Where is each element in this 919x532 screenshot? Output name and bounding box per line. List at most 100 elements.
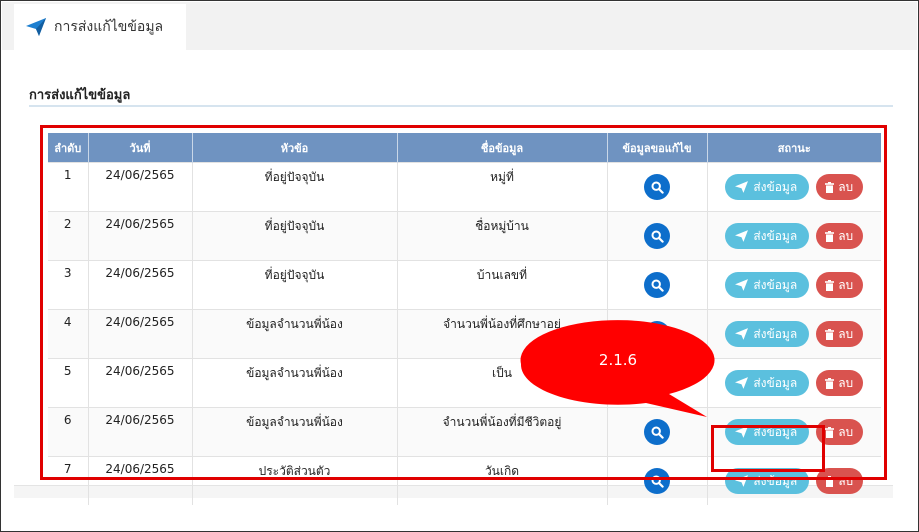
cell-name: จำนวนพี่น้องที่มีชีวิตอยู่ bbox=[396, 407, 607, 457]
column-header-topic: หัวข้อ bbox=[191, 133, 397, 163]
cell-date: 24/06/2565 bbox=[87, 162, 192, 212]
delete-button-label: ลบ bbox=[838, 326, 854, 341]
cell-topic: ที่อยู่ปัจจุบัน bbox=[191, 211, 397, 261]
cell-no: 7 bbox=[48, 456, 88, 505]
search-icon bbox=[650, 278, 664, 292]
view-button[interactable] bbox=[644, 370, 670, 396]
trash-icon bbox=[825, 426, 835, 438]
delete-button-label: ลบ bbox=[838, 375, 854, 390]
cell-no: 2 bbox=[48, 211, 88, 261]
search-icon bbox=[650, 376, 664, 390]
search-icon bbox=[650, 229, 664, 243]
view-button[interactable] bbox=[644, 272, 670, 298]
delete-button[interactable]: ลบ bbox=[816, 272, 864, 298]
table-row: 4 24/06/2565 ข้อมูลจำนวนพี่น้อง จำนวนพี่น้อ… bbox=[48, 309, 881, 359]
cell-topic: ประวัติส่วนตัว bbox=[191, 456, 397, 505]
send-button[interactable]: ส่งข้อมูล bbox=[725, 321, 810, 347]
cell-topic: ที่อยู่ปัจจุบัน bbox=[191, 260, 397, 310]
paper-plane-icon bbox=[735, 230, 749, 242]
table-row: 7 24/06/2565 ประวัติส่วนตัว วันเกิด ส่งข้อมู… bbox=[48, 456, 881, 505]
send-button[interactable]: ส่งข้อมูล bbox=[725, 272, 810, 298]
cell-name: วันเกิด bbox=[396, 456, 607, 505]
table-row: 2 24/06/2565 ที่อยู่ปัจจุบัน ชื่อหมู่บ้าน ส่… bbox=[48, 211, 881, 261]
delete-button-label: ลบ bbox=[838, 424, 854, 439]
cell-date: 24/06/2565 bbox=[87, 260, 192, 310]
cell-view bbox=[606, 211, 707, 261]
delete-button-label: ลบ bbox=[838, 473, 854, 488]
send-button-label: ส่งข้อมูล bbox=[753, 228, 798, 243]
cell-topic: ข้อมูลจำนวนพี่น้อง bbox=[191, 407, 397, 457]
send-button-label: ส่งข้อมูล bbox=[753, 179, 798, 194]
cell-status: ส่งข้อมูล ลบ bbox=[706, 309, 881, 359]
view-button[interactable] bbox=[644, 321, 670, 347]
cell-status: ส่งข้อมูล ลบ bbox=[706, 358, 881, 408]
paper-plane-icon bbox=[735, 426, 749, 438]
send-button[interactable]: ส่งข้อมูล bbox=[725, 419, 810, 445]
section-divider bbox=[29, 105, 893, 107]
paper-plane-icon bbox=[735, 279, 749, 291]
cell-no: 4 bbox=[48, 309, 88, 359]
delete-button-label: ลบ bbox=[838, 228, 854, 243]
search-icon bbox=[650, 474, 664, 488]
table-header-row: ลำดับ วันที่ หัวข้อ ชื่อข้อมูล ข้อมูลขอแ… bbox=[48, 133, 881, 163]
send-button[interactable]: ส่งข้อมูล bbox=[725, 174, 810, 200]
view-button[interactable] bbox=[644, 419, 670, 445]
delete-button-label: ลบ bbox=[838, 179, 854, 194]
tab-bar: การส่งแก้ไขข้อมูล bbox=[2, 2, 917, 50]
trash-icon bbox=[825, 230, 835, 242]
section-title: การส่งแก้ไขข้อมูล bbox=[29, 88, 131, 103]
cell-topic: ข้อมูลจำนวนพี่น้อง bbox=[191, 358, 397, 408]
cell-view bbox=[606, 407, 707, 457]
tab-edit-request[interactable]: การส่งแก้ไขข้อมูล bbox=[14, 4, 186, 50]
paper-plane-icon bbox=[735, 328, 749, 340]
send-button[interactable]: ส่งข้อมูล bbox=[725, 223, 810, 249]
delete-button[interactable]: ลบ bbox=[816, 223, 864, 249]
send-button-label: ส่งข้อมูล bbox=[753, 326, 798, 341]
search-icon bbox=[650, 180, 664, 194]
cell-no: 3 bbox=[48, 260, 88, 310]
cell-status: ส่งข้อมูล ลบ bbox=[706, 162, 881, 212]
table-row: 1 24/06/2565 ที่อยู่ปัจจุบัน หมู่ที่ ส่งข้อม… bbox=[48, 162, 881, 212]
cell-status: ส่งข้อมูล ลบ bbox=[706, 407, 881, 457]
view-button[interactable] bbox=[644, 174, 670, 200]
search-icon bbox=[650, 425, 664, 439]
cell-no: 1 bbox=[48, 162, 88, 212]
delete-button[interactable]: ลบ bbox=[816, 370, 864, 396]
cell-topic: ที่อยู่ปัจจุบัน bbox=[191, 162, 397, 212]
paper-plane-icon bbox=[735, 377, 749, 389]
send-button-label: ส่งข้อมูล bbox=[753, 473, 798, 488]
delete-button-label: ลบ bbox=[838, 277, 854, 292]
paper-plane-icon bbox=[735, 475, 749, 487]
cell-date: 24/06/2565 bbox=[87, 309, 192, 359]
paper-plane-icon bbox=[735, 181, 749, 193]
cell-view bbox=[606, 456, 707, 505]
delete-button[interactable]: ลบ bbox=[816, 468, 864, 494]
cell-name: ชื่อหมู่บ้าน bbox=[396, 211, 607, 261]
send-button-label: ส่งข้อมูล bbox=[753, 277, 798, 292]
page-frame: การส่งแก้ไขข้อมูล การส่งแก้ไขข้อมูล ลำดั… bbox=[0, 0, 919, 532]
cell-view bbox=[606, 162, 707, 212]
cell-status: ส่งข้อมูล ลบ bbox=[706, 260, 881, 310]
delete-button[interactable]: ลบ bbox=[816, 419, 864, 445]
trash-icon bbox=[825, 328, 835, 340]
cell-date: 24/06/2565 bbox=[87, 407, 192, 457]
trash-icon bbox=[825, 377, 835, 389]
column-header-name: ชื่อข้อมูล bbox=[396, 133, 607, 163]
cell-no: 6 bbox=[48, 407, 88, 457]
cell-name: หมู่ที่ bbox=[396, 162, 607, 212]
send-button-label: ส่งข้อมูล bbox=[753, 424, 798, 439]
cell-no: 5 bbox=[48, 358, 88, 408]
send-button[interactable]: ส่งข้อมูล bbox=[725, 468, 810, 494]
cell-date: 24/06/2565 bbox=[87, 358, 192, 408]
trash-icon bbox=[825, 181, 835, 193]
table-row: 3 24/06/2565 ที่อยู่ปัจจุบัน บ้านเลขที่ ส่งข… bbox=[48, 260, 881, 310]
cell-view bbox=[606, 260, 707, 310]
delete-button[interactable]: ลบ bbox=[816, 321, 864, 347]
view-button[interactable] bbox=[644, 468, 670, 494]
cell-status: ส่งข้อมูล ลบ bbox=[706, 456, 881, 505]
tab-label: การส่งแก้ไขข้อมูล bbox=[54, 19, 164, 35]
delete-button[interactable]: ลบ bbox=[816, 174, 864, 200]
search-icon bbox=[650, 327, 664, 341]
view-button[interactable] bbox=[644, 223, 670, 249]
send-button[interactable]: ส่งข้อมูล bbox=[725, 370, 810, 396]
